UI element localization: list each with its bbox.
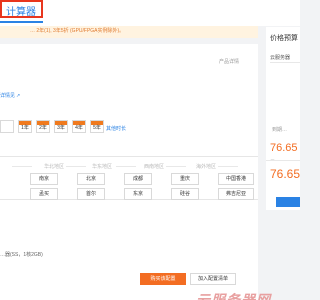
region-button[interactable]: 首尔 [77, 188, 105, 200]
duration-selector: 1年 2年 3年 4年 5年 其他时长 [0, 120, 150, 134]
calculator-tab-label: 计算器 [6, 7, 36, 18]
calculator-tab[interactable]: 计算器 [0, 0, 43, 18]
product-detail-link[interactable]: 产品详情 [219, 58, 239, 65]
region-button[interactable]: 东京 [124, 188, 152, 200]
price-value: 76.65 [270, 142, 298, 154]
tab-underline [0, 21, 43, 23]
region-header: 海外地区 [196, 164, 217, 170]
more-duration-link[interactable]: 其他时长 [106, 125, 126, 132]
duration-option[interactable]: 5年 [90, 120, 104, 133]
region-header: 华北地区 [44, 164, 65, 170]
region-button[interactable]: 弗吉尼亚 [218, 188, 254, 200]
add-to-list-button[interactable]: 加入配置清单 [190, 273, 236, 285]
divider [218, 166, 238, 167]
region-button[interactable]: 中国香港 [218, 173, 254, 185]
watermark: 云服务器网 [196, 290, 271, 300]
divider [66, 166, 86, 167]
cart-button[interactable] [276, 197, 300, 207]
region-panel: 华北地区 华东地区 西南地区 海外地区 南京 北京 成都 重庆 中国香港 孟买 … [0, 156, 258, 200]
doc-link-label: 详情见 [0, 93, 16, 99]
external-link-icon: ↗ [16, 93, 21, 99]
divider [12, 166, 32, 167]
duration-option[interactable]: 2年 [36, 120, 50, 133]
region-button[interactable]: 北京 [77, 173, 105, 185]
divider [116, 166, 136, 167]
notice-text: … 2年(1), 3年5折 (GPU/FPGA实例除外)。 [30, 28, 125, 34]
duration-label: 1年 [21, 125, 29, 131]
total-price-panel: 76.65 [266, 160, 300, 210]
duration-option[interactable]: 4年 [72, 120, 86, 133]
region-header: 华东地区 [92, 164, 113, 170]
doc-link[interactable]: 详情见↗ [0, 92, 20, 99]
spec-note: …器(SS，1核2GB) [0, 252, 43, 258]
buy-config-button[interactable]: 购买该配置 [140, 273, 186, 285]
region-button[interactable]: 重庆 [171, 173, 199, 185]
region-button[interactable]: 南京 [30, 173, 58, 185]
duration-label: 4年 [75, 125, 83, 131]
duration-option[interactable]: 3年 [54, 120, 68, 133]
duration-option[interactable] [0, 120, 14, 133]
duration-label: 3年 [57, 125, 65, 131]
duration-option[interactable]: 1年 [18, 120, 32, 133]
region-button[interactable]: 成都 [124, 173, 152, 185]
server-label: 云服务器 [270, 55, 291, 61]
divider [166, 166, 186, 167]
region-header: 西南地区 [144, 164, 165, 170]
total-price-value: 76.65 [270, 167, 301, 181]
region-button[interactable]: 硅谷 [171, 188, 199, 200]
divider [270, 62, 300, 63]
duration-label: 2年 [39, 125, 47, 131]
top-bar: 计算器 [0, 0, 300, 26]
discount-notice: … 2年(1), 3年5折 (GPU/FPGA实例除外)。 [0, 26, 258, 38]
region-button[interactable]: 孟买 [30, 188, 58, 200]
duration-label: 5年 [93, 125, 101, 131]
sidebar-small-label: 到期… [272, 127, 288, 133]
sidebar-title: 价格预算 [270, 35, 298, 42]
